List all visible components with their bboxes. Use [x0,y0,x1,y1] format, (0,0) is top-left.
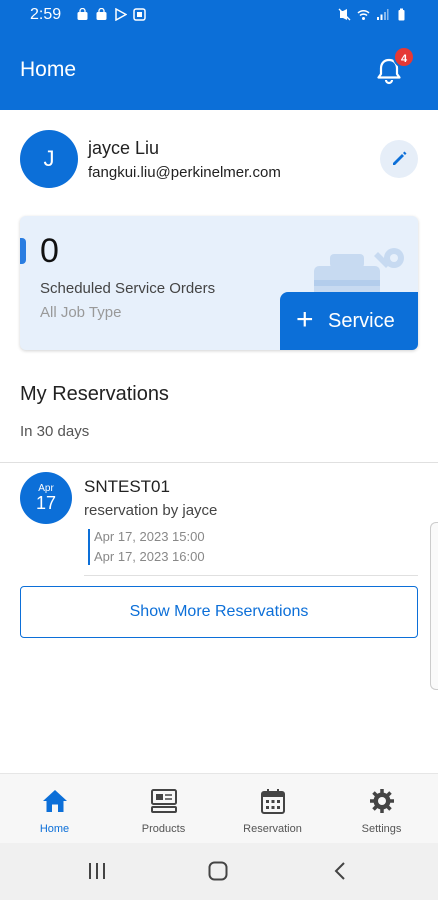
calendar-icon [261,789,285,814]
app-bar: Home [0,32,438,110]
status-system-icons [338,8,408,21]
status-time: 2:59 [30,6,62,23]
nav-label-home: Home [39,823,70,835]
reservation-start: Apr 17, 2023 15:00 [94,529,205,544]
section-title: My Reservations [20,383,169,405]
section-subtitle: In 30 days [20,423,90,440]
nav-item-home[interactable]: Home [0,774,109,844]
recents-icon[interactable] [86,860,108,882]
nav-item-products[interactable]: Products [109,774,218,844]
bag-icon [96,8,107,20]
bag-icon [77,8,88,20]
avatar: J [20,130,78,188]
status-bar: 2:59 [0,0,438,32]
time-range-bar [88,529,90,565]
service-orders-card[interactable]: 0 Scheduled Service Orders All Job Type … [20,216,418,350]
bottom-navigation: Home Products Reservation Settings [0,773,438,843]
battery-icon [398,8,405,21]
gear-icon [370,789,394,813]
reservation-end: Apr 17, 2023 16:00 [94,549,205,564]
home-icon [43,790,67,812]
plus-icon: + [296,303,314,336]
play-store-icon [115,8,127,21]
nav-item-settings[interactable]: Settings [327,774,436,844]
edit-profile-button[interactable] [380,140,418,178]
list-separator [84,575,418,576]
pencil-icon [393,151,407,165]
service-order-label: Scheduled Service Orders [40,280,216,297]
status-notification-icons [76,8,146,21]
system-navigation-bar [0,843,438,900]
show-more-reservations-button[interactable]: Show More Reservations [20,586,418,638]
user-name: jayce Liu [88,138,160,158]
card-marker [20,238,26,264]
nav-label-products: Products [141,823,186,835]
back-icon[interactable] [330,860,352,882]
divider [0,462,438,463]
mute-icon [338,8,351,21]
add-service-label: Service [328,310,395,332]
gallery-icon [133,8,146,21]
date-day: 17 [35,493,57,513]
user-email: fangkui.liu@perkinelmer.com [88,164,281,181]
notification-badge: 4 [393,46,415,68]
date-badge: Apr 17 [20,472,72,524]
page-title: Home [20,58,77,81]
nav-label-reservation: Reservation [243,823,302,835]
reservation-description: reservation by jayce [84,502,218,519]
scroll-edge-handle[interactable] [430,522,438,690]
wifi-icon [357,10,370,20]
job-type-label: All Job Type [40,304,122,321]
products-icon [151,789,177,813]
home-button-icon[interactable] [207,860,229,882]
signal-icon [377,9,389,20]
nav-label-settings: Settings [361,823,402,835]
service-order-count: 0 [40,232,59,270]
nav-item-reservation[interactable]: Reservation [218,774,327,844]
add-service-button[interactable]: + Service [280,292,418,350]
reservation-name: SNTEST01 [84,477,170,496]
